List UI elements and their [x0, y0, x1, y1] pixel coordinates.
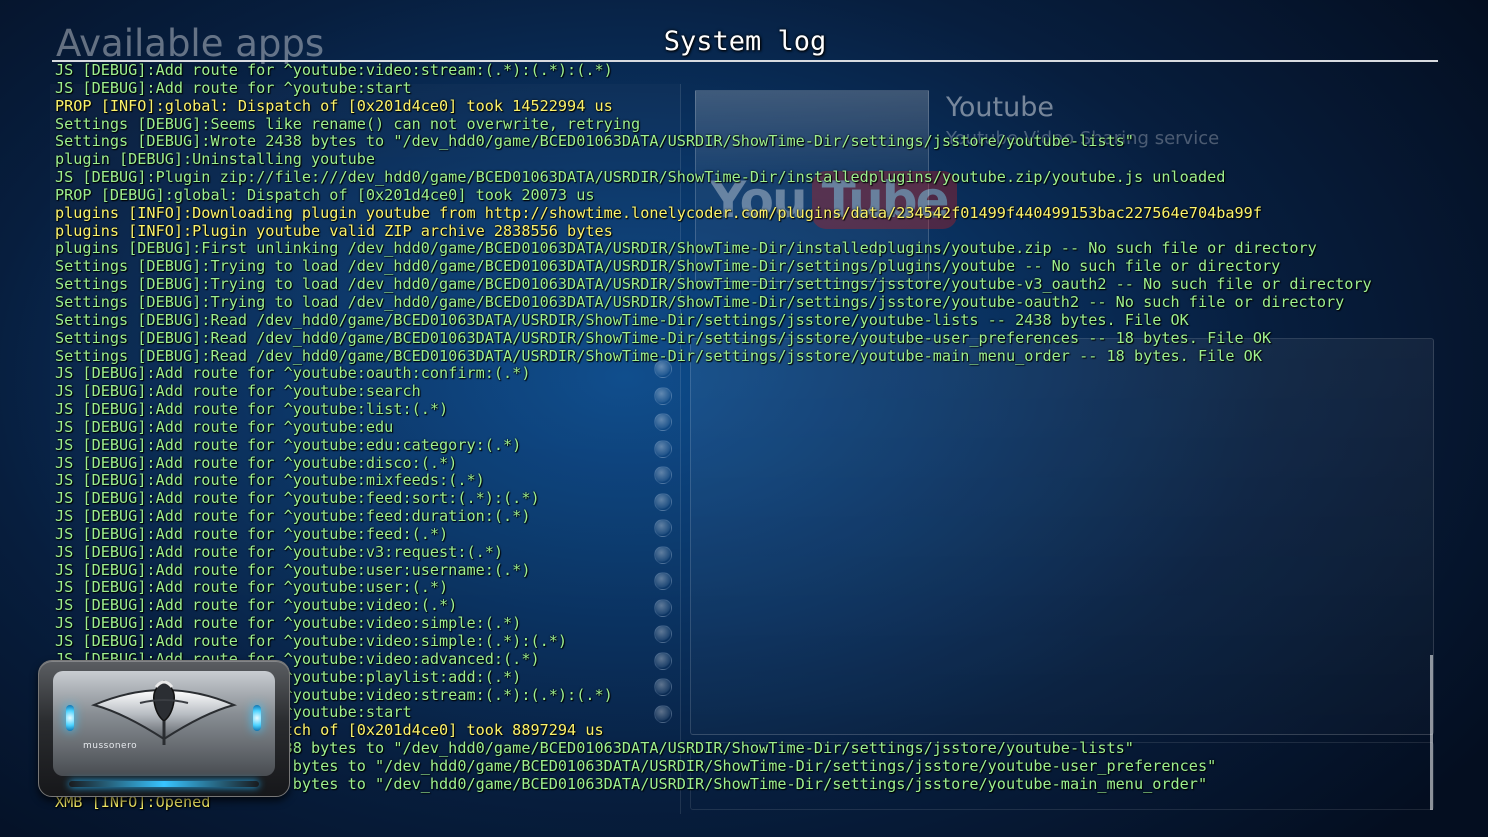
log-line: JS [DEBUG]:Add route for ^youtube:mixfee… [55, 471, 485, 490]
log-line: JS [DEBUG]:Add route for ^youtube:disco:… [55, 453, 458, 472]
log-line: JS [DEBUG]:Add route for ^youtube:video:… [55, 61, 613, 79]
log-line: JS [DEBUG]:Add route for ^youtube:user:u… [55, 560, 531, 579]
log-line: JS [DEBUG]:Add route for ^youtube:video:… [55, 632, 568, 650]
badge-light-left [66, 705, 74, 731]
log-line: PROP [DEBUG]:global: Dispatch of [0x201d… [55, 185, 595, 204]
log-line: JS [DEBUG]:Add route for ^youtube:video:… [55, 614, 522, 633]
log-line: JS [DEBUG]:Add route for ^youtube:video:… [55, 596, 458, 615]
log-line: plugins [INFO]:Plugin youtube valid ZIP … [55, 221, 613, 240]
log-line: plugins [DEBUG]:First unlinking /dev_hdd… [55, 239, 1317, 258]
log-line: plugins [INFO]:Downloading plugin youtub… [55, 203, 1262, 222]
log-line: JS [DEBUG]:Add route for ^youtube:user:(… [55, 578, 449, 597]
log-line: Settings [DEBUG]:Trying to load /dev_hdd… [55, 257, 1281, 276]
log-line: JS [DEBUG]:Add route for ^youtube:feed:s… [55, 489, 540, 508]
log-line: JS [DEBUG]:Add route for ^youtube:v3:req… [55, 542, 504, 561]
badge-label: mussonero [83, 741, 138, 751]
log-line: JS [DEBUG]:Add route for ^youtube:feed:(… [55, 524, 449, 543]
system-log-title: System log [663, 26, 827, 57]
log-line: plugin [DEBUG]:Uninstalling youtube [55, 150, 376, 169]
launcher-badge: mussonero [38, 660, 290, 797]
log-line: JS [DEBUG]:Add route for ^youtube:feed:d… [55, 507, 531, 526]
badge-light-right [253, 705, 261, 731]
log-line: JS [DEBUG]:Add route for ^youtube:edu:ca… [55, 435, 522, 454]
log-line: Settings [DEBUG]:Read /dev_hdd0/game/BCE… [55, 328, 1272, 347]
log-line: JS [DEBUG]:Plugin zip://file:///dev_hdd0… [55, 168, 1226, 187]
cobra-emblem-icon [90, 680, 238, 745]
badge-glow [69, 781, 259, 787]
system-log-header: System log [52, 22, 1438, 62]
log-line: JS [DEBUG]:Add route for ^youtube:edu [55, 417, 394, 436]
log-line: JS [DEBUG]:Add route for ^youtube:oauth:… [55, 364, 531, 383]
log-line: Settings [DEBUG]:Read /dev_hdd0/game/BCE… [55, 310, 1189, 329]
log-line: JS [DEBUG]:Add route for ^youtube:search [55, 382, 421, 401]
log-line: Settings [DEBUG]:Seems like rename() can… [55, 114, 641, 133]
log-line: Settings [DEBUG]:Trying to load /dev_hdd… [55, 275, 1372, 294]
log-line: PROP [INFO]:global: Dispatch of [0x201d4… [55, 96, 613, 115]
log-line: Settings [DEBUG]:Wrote 2438 bytes to "/d… [55, 132, 1134, 151]
log-line: Settings [DEBUG]:Trying to load /dev_hdd… [55, 292, 1345, 311]
log-line: JS [DEBUG]:Add route for ^youtube:list:(… [55, 400, 449, 419]
log-line: JS [DEBUG]:Add route for ^youtube:start [55, 78, 412, 97]
log-line: Settings [DEBUG]:Read /dev_hdd0/game/BCE… [55, 346, 1262, 365]
